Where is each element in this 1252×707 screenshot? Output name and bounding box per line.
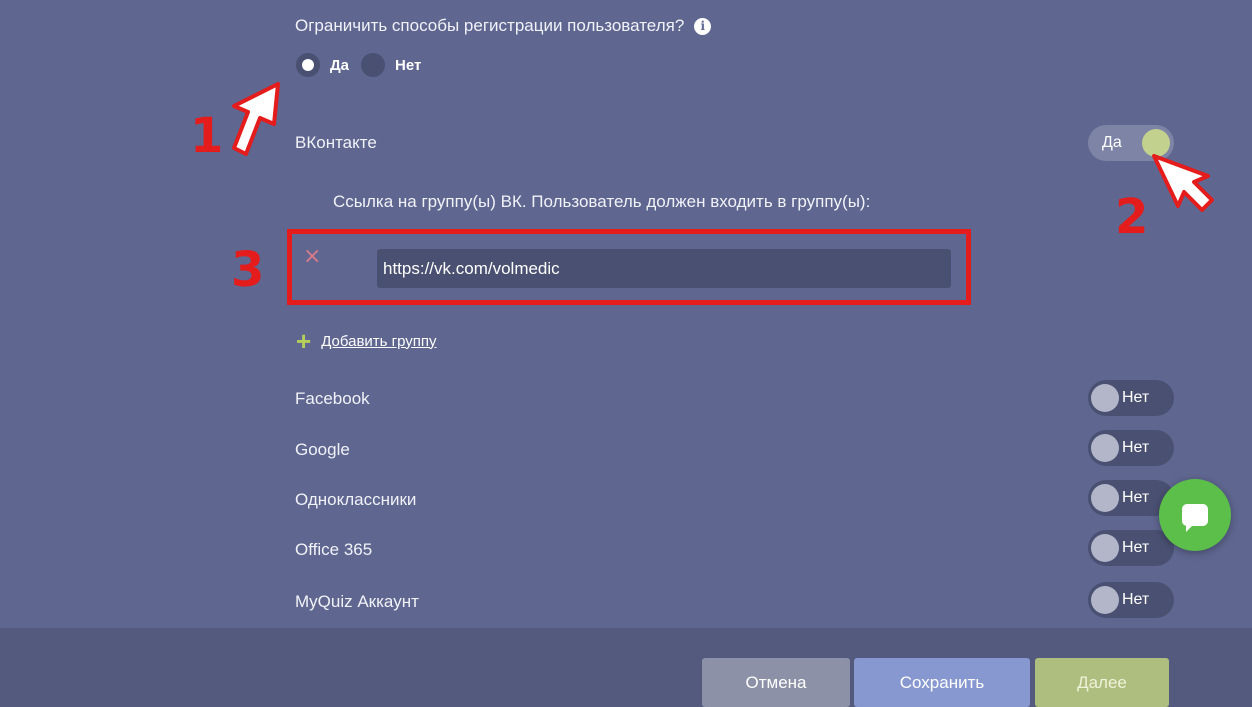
restrict-registration-question: Ограничить способы регистрации пользоват… <box>295 16 712 36</box>
toggle-myquiz[interactable]: Нет <box>1088 582 1174 618</box>
vk-group-url-input[interactable] <box>377 249 951 288</box>
add-group-link[interactable]: + Добавить группу <box>296 326 437 356</box>
save-button[interactable]: Сохранить <box>854 658 1030 707</box>
toggle-knob <box>1091 484 1119 512</box>
toggle-odnoklassniki-label: Нет <box>1122 489 1150 506</box>
radio-no[interactable] <box>361 53 386 77</box>
question-text: Ограничить способы регистрации пользоват… <box>295 16 685 35</box>
info-icon[interactable]: i <box>694 17 712 35</box>
plus-icon: + <box>296 326 312 356</box>
toggle-office365-label: Нет <box>1122 539 1150 556</box>
annotation-arrow-1-icon <box>232 82 280 156</box>
add-group-label[interactable]: Добавить группу <box>321 333 436 350</box>
radio-no-label[interactable]: Нет <box>395 57 421 74</box>
toggle-knob <box>1091 384 1119 412</box>
provider-label-odnoklassniki: Одноклассники <box>295 490 417 509</box>
toggle-knob <box>1091 586 1119 614</box>
radio-yes[interactable] <box>296 53 320 77</box>
provider-label-office365: Office 365 <box>295 540 373 559</box>
toggle-google[interactable]: Нет <box>1088 430 1174 466</box>
next-button[interactable]: Далее <box>1035 658 1169 707</box>
restrict-radio-group: Да Нет <box>296 53 433 77</box>
annotation-number-1: 1 <box>190 108 224 164</box>
chat-button[interactable] <box>1159 479 1231 551</box>
toggle-vk-label: Да <box>1102 134 1122 151</box>
chat-icon <box>1182 504 1208 532</box>
toggle-google-label: Нет <box>1122 439 1150 456</box>
annotation-arrow-2-icon <box>1152 154 1214 212</box>
provider-label-myquiz: MyQuiz Аккаунт <box>295 592 419 611</box>
annotation-number-2: 2 <box>1115 189 1149 245</box>
vk-group-hint: Ссылка на группу(ы) ВК. Пользователь дол… <box>333 192 871 211</box>
provider-label-vk: ВКонтакте <box>295 133 377 152</box>
toggle-facebook-label: Нет <box>1122 389 1150 406</box>
toggle-knob <box>1091 534 1119 562</box>
provider-label-google: Google <box>295 440 350 459</box>
annotation-number-3: 3 <box>231 242 265 298</box>
toggle-office365[interactable]: Нет <box>1088 530 1174 566</box>
toggle-myquiz-label: Нет <box>1122 591 1150 608</box>
cancel-button[interactable]: Отмена <box>702 658 850 707</box>
remove-group-icon[interactable]: × <box>303 244 321 269</box>
radio-yes-label[interactable]: Да <box>330 57 349 74</box>
toggle-facebook[interactable]: Нет <box>1088 380 1174 416</box>
toggle-knob <box>1091 434 1119 462</box>
provider-label-facebook: Facebook <box>295 389 370 408</box>
